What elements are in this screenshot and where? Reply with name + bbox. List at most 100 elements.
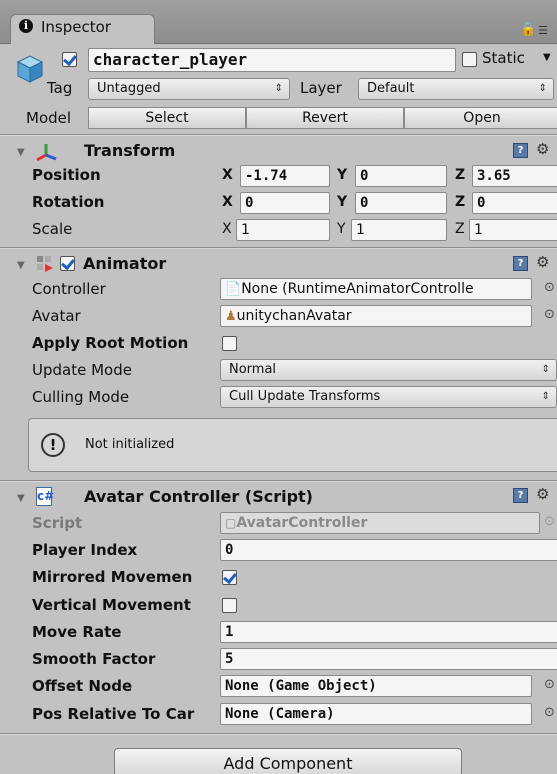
rotation-z-field[interactable]: 0 [472,192,557,214]
script-file-icon: ▢ [225,516,237,530]
move-rate-field[interactable]: 1 [220,621,557,643]
static-label: Static [482,49,525,67]
controller-field[interactable]: 📄None (RuntimeAnimatorControlle [220,278,532,300]
model-label: Model [26,109,72,127]
mirrored-movement-checkbox[interactable] [222,570,237,585]
axis-x-label[interactable]: X [222,194,233,210]
player-index-field[interactable]: 0 [220,539,557,561]
gear-icon[interactable]: ⚙ [536,253,549,271]
axis-y-label[interactable]: Y [337,167,347,183]
animator-icon [37,256,53,272]
divider [0,733,557,735]
object-picker-icon[interactable]: ⊙ [544,280,555,295]
update-mode-label: Update Mode [32,361,132,379]
culling-mode-value: Cull Update Transforms [229,389,381,404]
layer-value: Default [367,81,415,96]
pos-relative-field[interactable]: None (Camera) [220,703,532,725]
gameobject-name-field[interactable]: character_player [88,48,456,72]
cube-icon [16,55,44,83]
scale-label: Scale [32,220,73,238]
model-revert-button[interactable]: Revert [246,107,404,129]
avatar-controller-title: Avatar Controller (Script) [84,487,313,506]
static-dropdown-icon[interactable]: ▼ [543,52,551,63]
active-checkbox[interactable] [62,52,77,67]
object-picker-icon[interactable]: ⊙ [544,677,555,692]
axis-y-label[interactable]: Y [337,221,346,237]
smooth-factor-field[interactable]: 5 [220,648,557,670]
update-mode-dropdown[interactable]: Normal ⇕ [220,359,557,381]
help-icon[interactable]: ? [513,488,528,503]
transform-icon [36,144,57,162]
document-icon: 📄 [225,282,242,297]
tag-value: Untagged [97,81,161,96]
scale-x-field[interactable]: 1 [236,219,330,241]
animator-title: Animator [83,254,167,273]
player-index-label: Player Index [32,541,138,559]
apply-root-motion-checkbox[interactable] [222,336,237,351]
divider [0,247,557,249]
object-picker-icon[interactable]: ⊙ [544,705,555,720]
info-icon: i [19,19,33,33]
warning-text: Not initialized [85,437,175,452]
offset-node-field[interactable]: None (Game Object) [220,675,532,697]
rotation-y-field[interactable]: 0 [355,192,447,214]
gear-icon[interactable]: ⚙ [536,140,549,158]
culling-mode-dropdown[interactable]: Cull Update Transforms ⇕ [220,386,557,408]
add-component-button[interactable]: Add Component [114,748,462,774]
position-z-field[interactable]: 3.65 [472,165,557,187]
warning-icon: ! [41,433,65,457]
vertical-movement-checkbox[interactable] [222,598,237,613]
smooth-factor-label: Smooth Factor [32,650,156,668]
static-checkbox[interactable] [462,52,477,67]
foldout-icon[interactable]: ▼ [17,147,25,158]
culling-mode-label: Culling Mode [32,388,130,406]
rotation-label: Rotation [32,193,105,211]
menu-icon[interactable]: ☰ [538,24,548,37]
avatar-figure-icon: ♟ [225,309,237,324]
scale-z-field[interactable]: 1 [469,219,557,241]
help-icon[interactable]: ? [513,256,528,271]
tab-inspector[interactable]: i Inspector [10,14,155,44]
avatar-value: unitychanAvatar [236,308,352,324]
tag-label: Tag [47,79,73,97]
axis-x-label[interactable]: X [222,167,233,183]
tab-label: Inspector [41,18,111,36]
model-open-button[interactable]: Open [404,107,557,129]
transform-title: Transform [84,141,176,160]
lock-icon[interactable]: 🔒 [520,22,536,37]
foldout-icon[interactable]: ▼ [17,260,25,271]
divider [0,480,557,482]
axis-y-label[interactable]: Y [337,194,347,210]
object-picker-icon[interactable]: ⊙ [544,307,555,322]
vertical-movement-label: Vertical Movement [32,596,191,614]
script-field: ▢AvatarController [220,512,540,534]
axis-x-label[interactable]: X [222,221,232,237]
divider [0,134,557,136]
scale-y-field[interactable]: 1 [351,219,447,241]
position-y-field[interactable]: 0 [355,165,447,187]
dropdown-arrow-icon: ⇕ [541,391,550,402]
foldout-icon[interactable]: ▼ [17,493,25,504]
mirrored-movement-label: Mirrored Movemen [32,568,193,586]
controller-value: None (RuntimeAnimatorControlle [241,281,474,297]
gear-icon[interactable]: ⚙ [536,485,549,503]
warning-box: ! Not initialized [28,418,557,472]
model-select-button[interactable]: Select [88,107,246,129]
object-picker-icon: ⊙ [544,514,555,529]
move-rate-label: Move Rate [32,623,122,641]
pos-relative-label: Pos Relative To Car [32,705,195,723]
position-x-field[interactable]: -1.74 [240,165,330,187]
axis-z-label[interactable]: Z [455,194,465,210]
layer-label: Layer [300,79,342,97]
script-icon: c# [36,487,54,506]
help-icon[interactable]: ? [513,143,528,158]
axis-z-label[interactable]: Z [455,221,465,237]
avatar-field[interactable]: ♟unitychanAvatar [220,305,532,327]
offset-node-label: Offset Node [32,677,133,695]
tag-dropdown[interactable]: Untagged ⇕ [88,78,290,100]
rotation-x-field[interactable]: 0 [240,192,330,214]
controller-label: Controller [32,280,106,298]
layer-dropdown[interactable]: Default ⇕ [358,78,554,100]
animator-enabled-checkbox[interactable] [60,256,75,271]
axis-z-label[interactable]: Z [455,167,465,183]
